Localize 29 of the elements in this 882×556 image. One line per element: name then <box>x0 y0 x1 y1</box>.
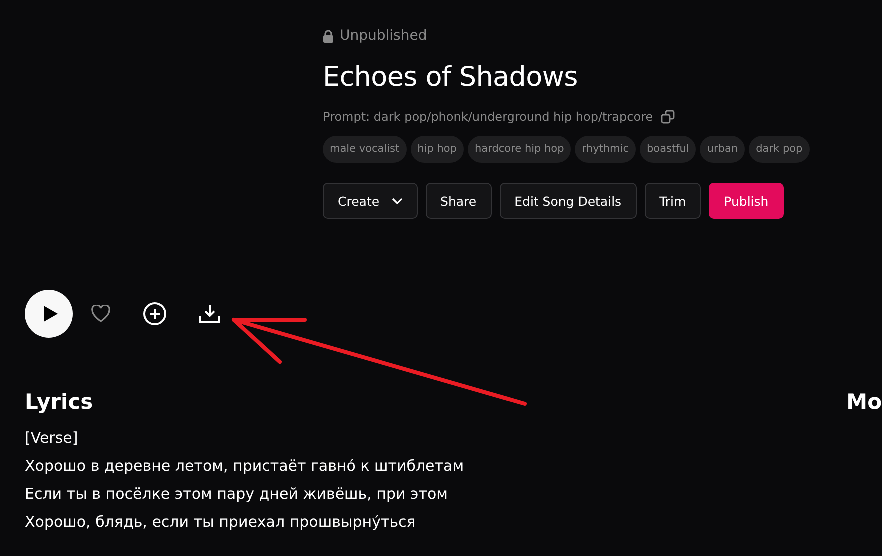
song-title: Echoes of Shadows <box>323 61 579 95</box>
play-icon <box>42 305 58 323</box>
add-icon[interactable] <box>143 302 167 326</box>
action-button[interactable]: Edit Song Details <box>500 183 637 219</box>
prompt-text: Prompt: dark pop/phonk/underground hip hop/trapcore <box>323 110 654 124</box>
action-button[interactable]: Trim <box>644 183 702 219</box>
tag-chip[interactable]: dark pop <box>749 136 810 163</box>
tag-chip[interactable]: hardcore hip hop <box>468 136 572 163</box>
lyric-line: Хорошо, блядь, если ты приехал прошвырну́ться <box>25 512 417 533</box>
action-button[interactable]: Share <box>426 183 492 219</box>
create-button[interactable]: Create <box>323 183 418 219</box>
download-icon[interactable] <box>199 304 221 324</box>
tag-chip[interactable]: male vocalist <box>323 136 407 163</box>
tag-chip[interactable]: urban <box>700 136 746 163</box>
lyric-line: [Verse] <box>25 428 80 449</box>
lyric-line: Хорошо в деревне летом, пристаёт гавно́ к штиблетам <box>25 456 464 477</box>
status-label: Unpublished <box>340 28 428 44</box>
tag-chip[interactable]: boastful <box>640 136 696 163</box>
copy-icon[interactable] <box>661 110 676 124</box>
section-heading: Mo <box>846 389 882 416</box>
lyric-line: Если ты в посёлке этом пару дней живёшь, при этом <box>25 484 449 505</box>
publish-button[interactable]: Publish <box>709 183 784 219</box>
play-button[interactable] <box>25 290 73 338</box>
tag-chip[interactable]: hip hop <box>410 136 464 163</box>
lyrics-heading: Lyrics <box>25 389 94 416</box>
tag-chip[interactable]: rhythmic <box>575 136 636 163</box>
lock-icon <box>323 30 334 42</box>
heart-icon[interactable] <box>91 305 111 323</box>
chevron-icon <box>392 198 403 204</box>
